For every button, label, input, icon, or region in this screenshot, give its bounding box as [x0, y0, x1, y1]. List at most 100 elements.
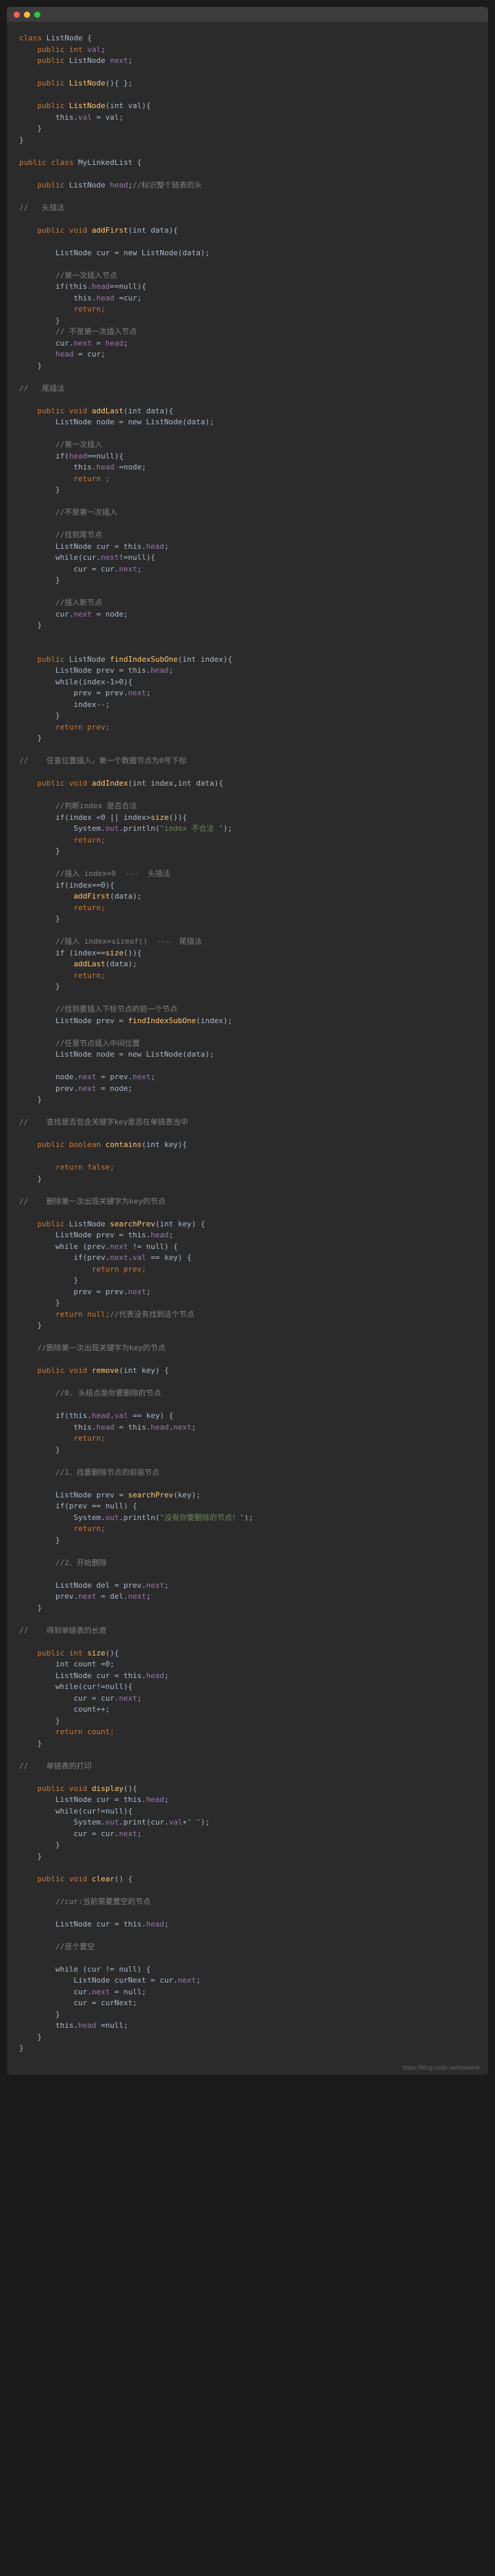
t: (){ };	[105, 79, 133, 88]
t: .print(cur.	[119, 1818, 169, 1827]
t: ;	[101, 45, 105, 54]
t: size	[105, 949, 124, 957]
t: cur.	[19, 1987, 92, 1996]
t: out	[105, 1513, 119, 1522]
t: ;	[164, 1795, 169, 1804]
comment: // 单链表的打印	[19, 1762, 92, 1770]
t: (int index){	[178, 655, 232, 664]
t: (int key){	[142, 1140, 187, 1149]
t: }	[19, 361, 42, 370]
t: =	[92, 339, 105, 348]
t: next	[78, 1072, 97, 1081]
t: return;	[19, 836, 105, 845]
comment: //插入 index=sizeof() --- 尾插法	[19, 937, 202, 946]
comment: // 尾插法	[19, 384, 64, 393]
t: next	[173, 1423, 192, 1432]
comment: //插入新节点	[19, 598, 102, 607]
t: ListNode cur = this.	[19, 1671, 146, 1680]
t: ;	[164, 1671, 169, 1680]
t: head	[146, 1671, 164, 1680]
t: head	[110, 181, 128, 190]
t: count++;	[19, 1705, 110, 1714]
comment: //找到要插入下标节点的前一个节点	[19, 1005, 177, 1014]
minimize-icon[interactable]	[24, 12, 30, 18]
t: }	[19, 982, 60, 991]
t: while(cur!=null){	[19, 1682, 133, 1691]
t: next	[146, 1581, 164, 1590]
close-icon[interactable]	[14, 12, 20, 18]
t: ()){	[123, 949, 142, 957]
t: public void	[19, 226, 92, 235]
t: }	[19, 621, 42, 630]
t: == key) {	[128, 1411, 173, 1420]
t: return ;	[19, 474, 110, 483]
maximize-icon[interactable]	[34, 12, 40, 18]
t: );	[201, 1818, 210, 1827]
t: ==null){	[87, 452, 123, 461]
t: public	[19, 56, 69, 65]
t: = del.	[97, 1592, 128, 1601]
t: next	[178, 1976, 196, 1985]
t: ;	[164, 1581, 169, 1590]
t: searchPrev	[128, 1491, 173, 1499]
t: this.	[19, 113, 78, 122]
t: (int data){	[128, 226, 178, 235]
t: return;	[19, 903, 105, 912]
t: prev.	[19, 1592, 78, 1601]
t: next	[133, 1072, 151, 1081]
t: while(index-1>0){	[19, 678, 133, 686]
t: }	[19, 1445, 60, 1454]
t: head	[146, 542, 164, 551]
t: public int	[19, 1649, 87, 1658]
t: next	[110, 56, 128, 65]
t: ListNode	[69, 655, 110, 664]
t: if(prev == null) {	[19, 1502, 137, 1510]
comment: // 查找是否包含关键字key是否在单链表当中	[19, 1118, 188, 1126]
comment: //逐个置空	[19, 1942, 94, 1951]
t: ;	[137, 1694, 142, 1703]
t: next	[78, 1084, 97, 1093]
t: ;	[169, 666, 174, 675]
t: head	[55, 350, 74, 359]
t: return null;	[19, 1310, 110, 1319]
t: }	[19, 1321, 42, 1330]
t: == key) {	[146, 1253, 191, 1262]
t: }	[19, 576, 60, 584]
t: ;	[196, 1976, 201, 1985]
comment: //插入 index=0 --- 头插法	[19, 869, 170, 878]
t: ListNode node = new ListNode(data);	[19, 417, 214, 426]
t: public boolean	[19, 1140, 105, 1149]
fn: contains	[105, 1140, 142, 1149]
t: (int index,int data){	[128, 779, 223, 788]
t: = val;	[92, 113, 123, 122]
fn: clear	[92, 1875, 114, 1883]
t: (int data){	[123, 407, 173, 415]
t: ListNode prev =	[19, 1016, 128, 1025]
t: prev = prev.	[19, 1287, 128, 1296]
t: ;	[146, 688, 151, 697]
comment: //任意节点插入中间位置	[19, 1039, 140, 1048]
t: public void	[19, 1366, 92, 1375]
t: (int key) {	[119, 1366, 169, 1375]
fn: searchPrev	[110, 1220, 155, 1228]
t: (key);	[173, 1491, 201, 1499]
t: MyLinkedList {	[78, 158, 142, 167]
t: if(	[19, 452, 69, 461]
t: public	[19, 181, 69, 190]
comment: //找到尾节点	[19, 530, 102, 539]
t: return prev;	[19, 723, 110, 732]
t: (){	[123, 1784, 137, 1793]
fn: addLast	[92, 407, 123, 415]
t: }	[19, 124, 42, 133]
t: = this.	[114, 1423, 151, 1432]
t: out	[105, 824, 119, 833]
t: public	[19, 1220, 69, 1228]
t: next	[119, 1694, 138, 1703]
t: ){	[142, 101, 151, 110]
t: while (prev.	[19, 1242, 110, 1251]
t: = cur;	[73, 350, 105, 359]
t: while(cur.	[19, 553, 101, 562]
t	[19, 892, 73, 901]
t: public	[19, 79, 69, 88]
fn: remove	[92, 1366, 119, 1375]
